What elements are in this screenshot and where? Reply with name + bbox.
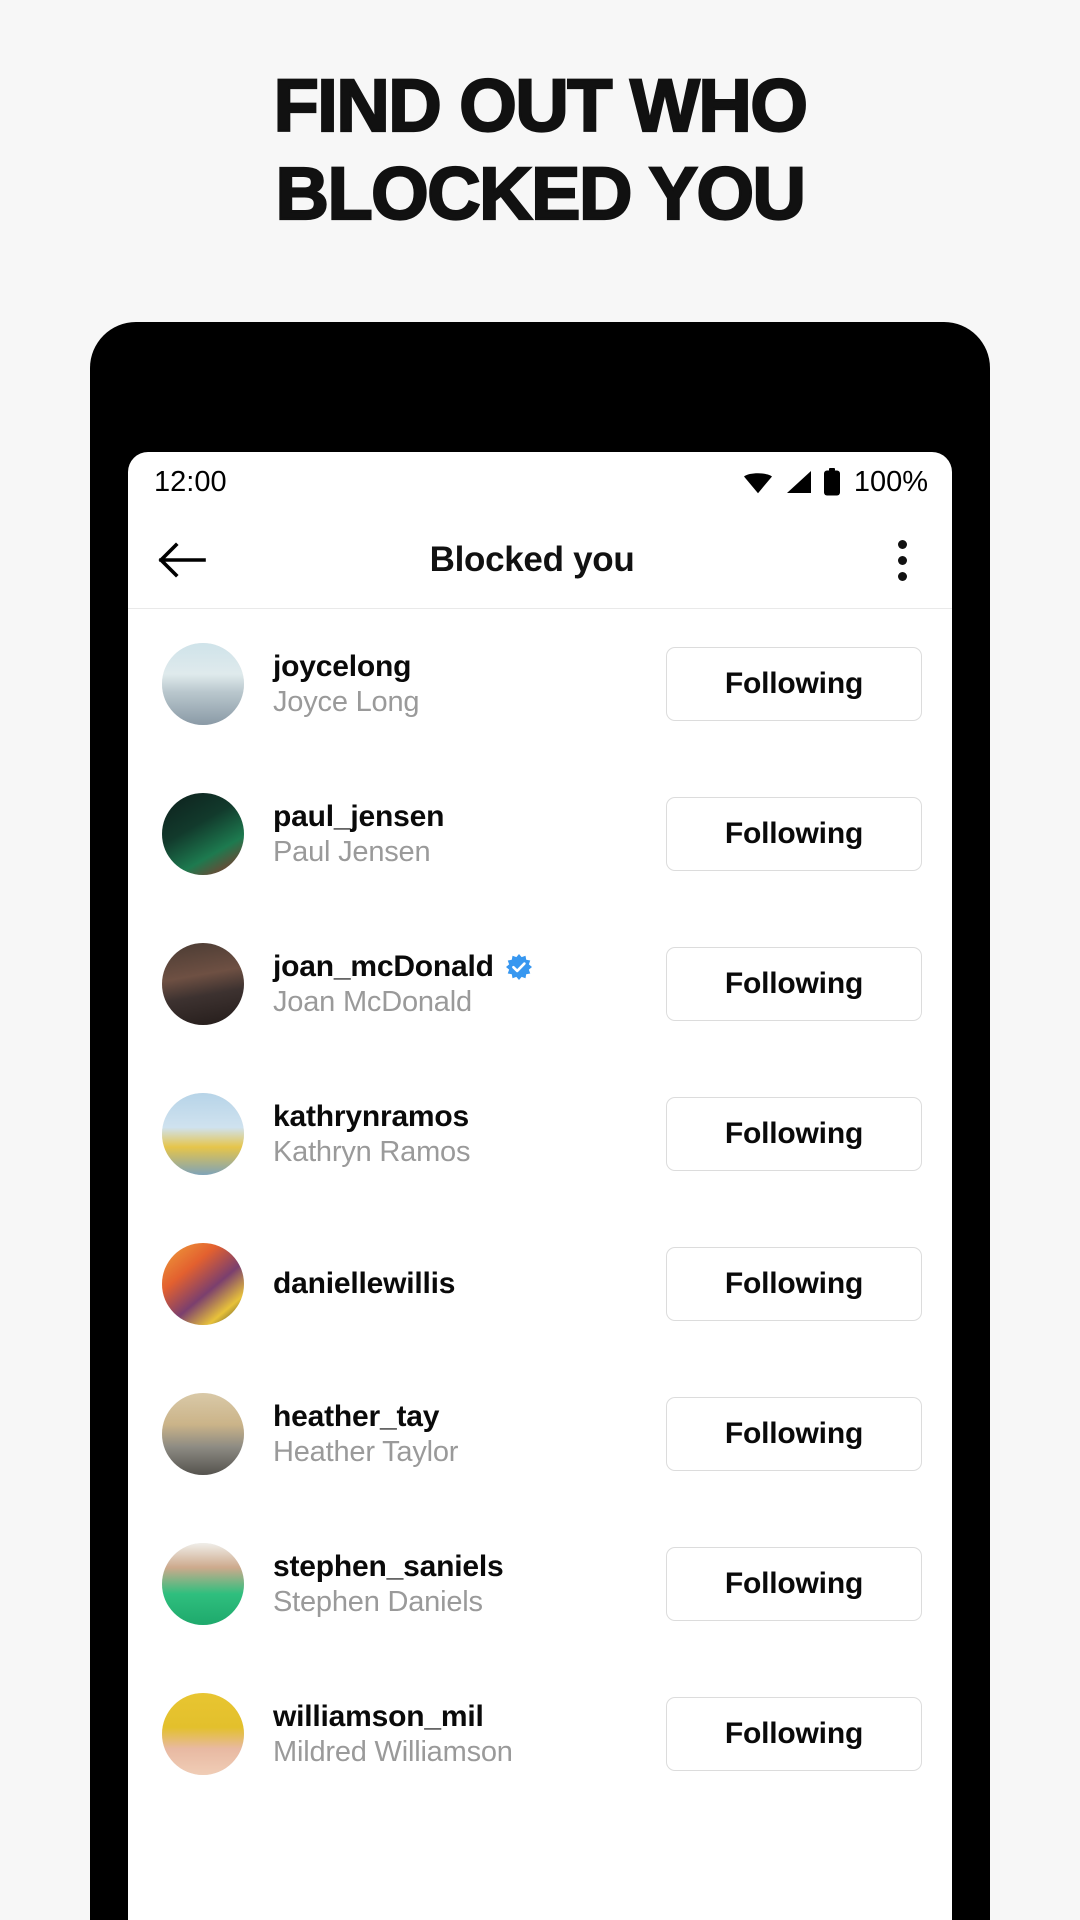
- blocked-user-list: joycelong Joyce Long Following paul_jensen P…: [128, 609, 952, 1809]
- avatar-image: [162, 943, 244, 1025]
- username-label: paul_jensen: [273, 799, 445, 833]
- status-bar: 12:00 100%: [128, 452, 952, 512]
- following-button[interactable]: Following: [666, 1547, 922, 1621]
- username-line: stephen_saniels: [273, 1550, 666, 1584]
- user-text-block: joycelong Joyce Long: [273, 650, 666, 719]
- overflow-menu-icon-dot-2: [897, 555, 907, 565]
- username-line: williamson_mil: [273, 1700, 666, 1734]
- battery-full-icon: [823, 468, 841, 496]
- user-row[interactable]: williamson_mil Mildred Williamson Followin…: [128, 1659, 952, 1809]
- avatar-joycelong[interactable]: [162, 643, 244, 725]
- avatar-image: [162, 643, 244, 725]
- user-row[interactable]: joan_mcDonald Joan McDonald Following: [128, 909, 952, 1059]
- page-title: Blocked you: [429, 540, 635, 579]
- username-label: heather_tay: [273, 1399, 440, 1433]
- battery-percentage-label: 100%: [853, 465, 928, 498]
- user-text-block: daniellewillis: [273, 1267, 666, 1301]
- user-text-block: paul_jensen Paul Jensen: [273, 800, 666, 869]
- avatar-williamson-mil[interactable]: [162, 1693, 244, 1775]
- user-text-block: heather_tay Heather Taylor: [273, 1400, 666, 1469]
- back-arrow-icon: [158, 542, 206, 578]
- following-button[interactable]: Following: [666, 1247, 922, 1321]
- avatar-kathrynramos[interactable]: [162, 1093, 244, 1175]
- following-button[interactable]: Following: [666, 1397, 922, 1471]
- user-text-block: joan_mcDonald Joan McDonald: [273, 950, 666, 1019]
- phone-screen: 12:00 100% Blocked you joycelong Joyce L…: [128, 452, 952, 1920]
- user-row[interactable]: daniellewillis Following: [128, 1209, 952, 1359]
- fullname-label: Paul Jensen: [273, 835, 431, 868]
- following-button[interactable]: Following: [666, 947, 922, 1021]
- avatar-joan-mcdonald[interactable]: [162, 943, 244, 1025]
- user-row[interactable]: stephen_saniels Stephen Daniels Following: [128, 1509, 952, 1659]
- avatar-paul-jensen[interactable]: [162, 793, 244, 875]
- username-label: daniellewillis: [273, 1267, 456, 1300]
- user-text-block: stephen_saniels Stephen Daniels: [273, 1550, 666, 1619]
- following-button[interactable]: Following: [666, 647, 922, 721]
- username-label: williamson_mil: [273, 1699, 484, 1733]
- verified-badge-icon: [505, 953, 532, 980]
- avatar-heather-tay[interactable]: [162, 1393, 244, 1475]
- fullname-label: Mildred Williamson: [273, 1735, 513, 1768]
- promo-headline: FIND OUT WHO BLOCKED YOU: [0, 62, 1080, 238]
- fullname-label: Heather Taylor: [273, 1435, 459, 1468]
- overflow-menu-icon-dot-3: [897, 571, 907, 581]
- username-label: kathrynramos: [273, 1099, 470, 1133]
- avatar-image: [162, 1693, 244, 1775]
- avatar-image: [162, 1243, 244, 1325]
- user-row[interactable]: paul_jensen Paul Jensen Following: [128, 759, 952, 909]
- following-button[interactable]: Following: [666, 1697, 922, 1771]
- user-row[interactable]: heather_tay Heather Taylor Following: [128, 1359, 952, 1509]
- status-bar-indicators: 100%: [743, 466, 928, 499]
- username-line: joan_mcDonald: [273, 950, 666, 984]
- following-button[interactable]: Following: [666, 1097, 922, 1171]
- user-row[interactable]: joycelong Joyce Long Following: [128, 609, 952, 759]
- wifi-icon: [743, 470, 773, 494]
- following-button[interactable]: Following: [666, 797, 922, 871]
- avatar-image: [162, 1093, 244, 1175]
- avatar-image: [162, 1543, 244, 1625]
- avatar-stephen-saniels[interactable]: [162, 1543, 244, 1625]
- promo-headline-line-2: BLOCKED YOU: [274, 151, 807, 236]
- user-text-block: williamson_mil Mildred Williamson: [273, 1700, 666, 1769]
- user-row[interactable]: kathrynramos Kathryn Ramos Following: [128, 1059, 952, 1209]
- fullname-label: Stephen Daniels: [273, 1585, 483, 1618]
- username-line: kathrynramos: [273, 1100, 666, 1134]
- app-bar: Blocked you: [128, 512, 952, 609]
- avatar-image: [162, 793, 244, 875]
- username-label: joycelong: [273, 649, 412, 683]
- fullname-label: Joyce Long: [273, 685, 420, 718]
- avatar-image: [162, 1393, 244, 1475]
- user-text-block: kathrynramos Kathryn Ramos: [273, 1100, 666, 1169]
- cell-signal-icon: [784, 470, 812, 494]
- overflow-menu-button[interactable]: [852, 512, 952, 609]
- promo-headline-line-1: FIND OUT WHO: [272, 63, 809, 148]
- username-line: joycelong: [273, 650, 666, 684]
- username-label: stephen_saniels: [273, 1549, 504, 1583]
- fullname-label: Joan McDonald: [273, 985, 472, 1018]
- overflow-menu-icon-dot-1: [897, 539, 907, 549]
- username-line: heather_tay: [273, 1400, 666, 1434]
- username-label: joan_mcDonald: [273, 949, 494, 983]
- username-line: daniellewillis: [273, 1267, 666, 1301]
- fullname-label: Kathryn Ramos: [273, 1135, 471, 1168]
- status-bar-clock: 12:00: [154, 465, 227, 498]
- username-line: paul_jensen: [273, 800, 666, 834]
- avatar-daniellewillis[interactable]: [162, 1243, 244, 1325]
